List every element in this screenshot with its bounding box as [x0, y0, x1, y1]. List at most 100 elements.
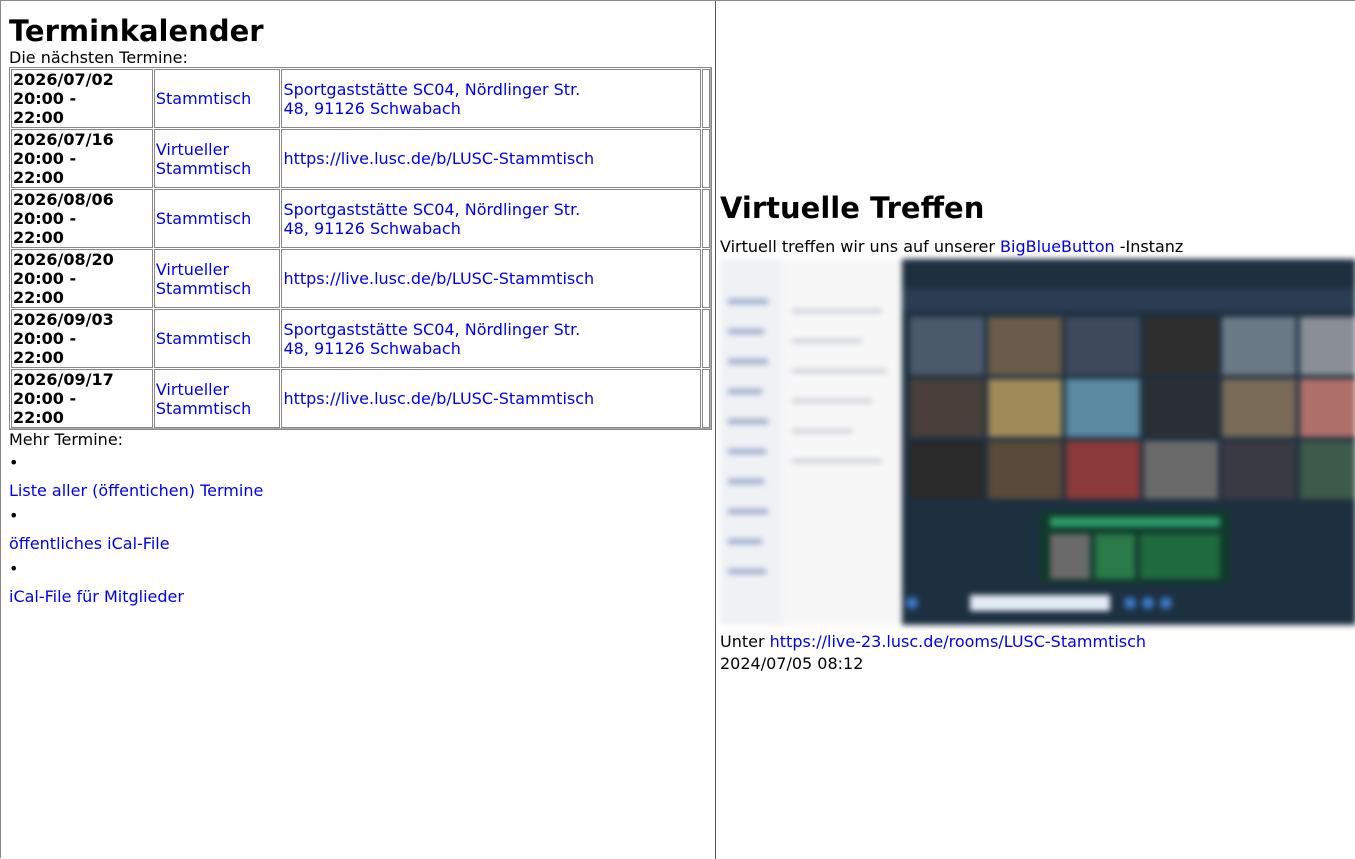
table-spacer — [701, 69, 710, 128]
desc-suffix: -Instanz — [1114, 237, 1184, 256]
event-location: Sportgaststätte SC04, Nördlinger Str. 48,… — [281, 69, 701, 128]
event-time-start: 20:00 - — [13, 329, 77, 348]
event-type: Stammtisch — [153, 69, 281, 128]
event-location-line: Sportgaststätte SC04, Nördlinger Str. — [283, 319, 581, 339]
event-location-line: https://live.lusc.de/b/LUSC-Stammtisch — [283, 149, 595, 168]
event-date: 2026/09/03 20:00 - 22:00 — [11, 309, 153, 368]
event-time-end: 22:00 — [13, 168, 64, 187]
member-ical-link[interactable]: iCal-File für Mitglieder — [9, 587, 714, 606]
event-time-end: 22:00 — [13, 288, 64, 307]
event-type-link[interactable]: Virtueller Stammtisch — [156, 380, 251, 418]
event-location-line: 48, 91126 Schwabach — [283, 338, 461, 358]
table-spacer — [701, 369, 710, 428]
event-type-line: Stammtisch — [155, 209, 252, 228]
list-item: • iCal-File für Mitglieder — [9, 559, 714, 606]
event-type-line: Virtueller — [155, 259, 230, 279]
table-row: 2026/09/17 20:00 - 22:00 Virtueller Stamm… — [11, 369, 710, 428]
event-location: https://live.lusc.de/b/LUSC-Stammtisch — [281, 369, 701, 428]
event-date-line: 2026/08/20 — [13, 250, 114, 269]
event-date: 2026/07/02 20:00 - 22:00 — [11, 69, 153, 128]
virtual-meetings-title: Virtuelle Treffen — [720, 191, 985, 225]
event-location: Sportgaststätte SC04, Nördlinger Str. 48,… — [281, 309, 701, 368]
event-location-line: https://live.lusc.de/b/LUSC-Stammtisch — [283, 269, 595, 288]
bullet: • — [9, 453, 19, 472]
calendar-intro: Die nächsten Termine: — [9, 48, 188, 67]
bullet: • — [9, 506, 19, 525]
column-divider — [715, 1, 716, 859]
event-location: https://live.lusc.de/b/LUSC-Stammtisch — [281, 129, 701, 188]
event-type-line: Virtueller — [155, 139, 230, 159]
event-location-link[interactable]: https://live.lusc.de/b/LUSC-Stammtisch — [283, 389, 594, 408]
more-events-label: Mehr Termine: — [9, 430, 124, 449]
event-type-line: Stammtisch — [155, 329, 252, 348]
room-link-line: Unter https://live-23.lusc.de/rooms/LUSC… — [720, 632, 1146, 651]
event-type-line: Virtueller — [155, 379, 230, 399]
event-location-line: Sportgaststätte SC04, Nördlinger Str. — [283, 79, 581, 99]
event-location-line: https://live.lusc.de/b/LUSC-Stammtisch — [283, 389, 595, 408]
table-spacer — [701, 249, 710, 308]
list-item: • öffentliches iCal-File — [9, 506, 714, 553]
event-type-link[interactable]: Virtueller Stammtisch — [156, 140, 251, 178]
event-time-start: 20:00 - — [13, 209, 77, 228]
event-date: 2026/07/16 20:00 - 22:00 — [11, 129, 153, 188]
event-date: 2026/08/20 20:00 - 22:00 — [11, 249, 153, 308]
event-location-link[interactable]: Sportgaststätte SC04, Nördlinger Str. 48,… — [283, 320, 580, 358]
desc-prefix: Virtuell treffen wir uns auf unserer — [720, 237, 1001, 256]
room-link[interactable]: https://live-23.lusc.de/rooms/LUSC-Stamm… — [770, 632, 1146, 651]
event-type-line: Stammtisch — [155, 398, 252, 418]
last-modified-timestamp: 2024/07/05 08:12 — [720, 654, 864, 673]
table-spacer — [701, 309, 710, 368]
bigbluebutton-link[interactable]: BigBlueButton — [1000, 237, 1115, 256]
event-date: 2026/08/06 20:00 - 22:00 — [11, 189, 153, 248]
calendar-title: Terminkalender — [9, 14, 264, 48]
virtual-meetings-description: Virtuell treffen wir uns auf unserer Big… — [720, 237, 1183, 256]
table-row: 2026/08/06 20:00 - 22:00 Stammtisch Spor… — [11, 189, 710, 248]
event-type: Stammtisch — [153, 189, 281, 248]
event-location-link[interactable]: https://live.lusc.de/b/LUSC-Stammtisch — [283, 149, 594, 168]
event-date-line: 2026/08/06 — [13, 190, 114, 209]
room-link-prefix: Unter — [720, 632, 770, 651]
table-row: 2026/09/03 20:00 - 22:00 Stammtisch Spor… — [11, 309, 710, 368]
event-location-link[interactable]: https://live.lusc.de/b/LUSC-Stammtisch — [283, 269, 594, 288]
event-time-end: 22:00 — [13, 228, 64, 247]
event-type: Virtueller Stammtisch — [153, 129, 281, 188]
table-spacer — [701, 189, 710, 248]
more-links-list: • Liste aller (öffentichen) Termine • öf… — [9, 453, 714, 606]
event-location-line: 48, 91126 Schwabach — [283, 218, 461, 238]
event-type-link[interactable]: Stammtisch — [156, 329, 251, 348]
table-row: 2026/08/20 20:00 - 22:00 Virtueller Stamm… — [11, 249, 710, 308]
public-ical-link[interactable]: öffentliches iCal-File — [9, 534, 714, 553]
event-location-link[interactable]: Sportgaststätte SC04, Nördlinger Str. 48,… — [283, 200, 580, 238]
event-time-start: 20:00 - — [13, 389, 77, 408]
event-type-link[interactable]: Stammtisch — [156, 89, 251, 108]
event-type-line: Stammtisch — [155, 89, 252, 108]
list-item: • Liste aller (öffentichen) Termine — [9, 453, 714, 500]
event-location-link[interactable]: Sportgaststätte SC04, Nördlinger Str. 48,… — [283, 80, 580, 118]
all-events-link[interactable]: Liste aller (öffentichen) Termine — [9, 481, 714, 500]
table-row: 2026/07/02 20:00 - 22:00 Stammtisch Spor… — [11, 69, 710, 128]
bigbluebutton-screenshot[interactable] — [720, 259, 1355, 625]
event-date-line: 2026/07/02 — [13, 70, 114, 89]
event-time-end: 22:00 — [13, 108, 64, 127]
event-location: Sportgaststätte SC04, Nördlinger Str. 48,… — [281, 189, 701, 248]
event-type-link[interactable]: Virtueller Stammtisch — [156, 260, 251, 298]
event-type-line: Stammtisch — [155, 158, 252, 178]
event-location-line: Sportgaststätte SC04, Nördlinger Str. — [283, 199, 581, 219]
table-spacer — [701, 129, 710, 188]
event-type: Virtueller Stammtisch — [153, 249, 281, 308]
event-type-link[interactable]: Stammtisch — [156, 209, 251, 228]
event-date-line: 2026/09/03 — [13, 310, 114, 329]
event-date: 2026/09/17 20:00 - 22:00 — [11, 369, 153, 428]
event-time-end: 22:00 — [13, 348, 64, 367]
event-type: Stammtisch — [153, 309, 281, 368]
event-type: Virtueller Stammtisch — [153, 369, 281, 428]
calendar-column: Terminkalender Die nächsten Termine: 202… — [9, 14, 714, 612]
screenshot-image — [720, 259, 1355, 625]
table-row: 2026/07/16 20:00 - 22:00 Virtueller Stamm… — [11, 129, 710, 188]
page-layout: Terminkalender Die nächsten Termine: 202… — [0, 0, 1355, 859]
events-table: 2026/07/02 20:00 - 22:00 Stammtisch Spor… — [9, 67, 712, 430]
event-time-start: 20:00 - — [13, 149, 77, 168]
event-location-line: 48, 91126 Schwabach — [283, 98, 461, 118]
event-time-start: 20:00 - — [13, 89, 77, 108]
event-date-line: 2026/07/16 — [13, 130, 114, 149]
